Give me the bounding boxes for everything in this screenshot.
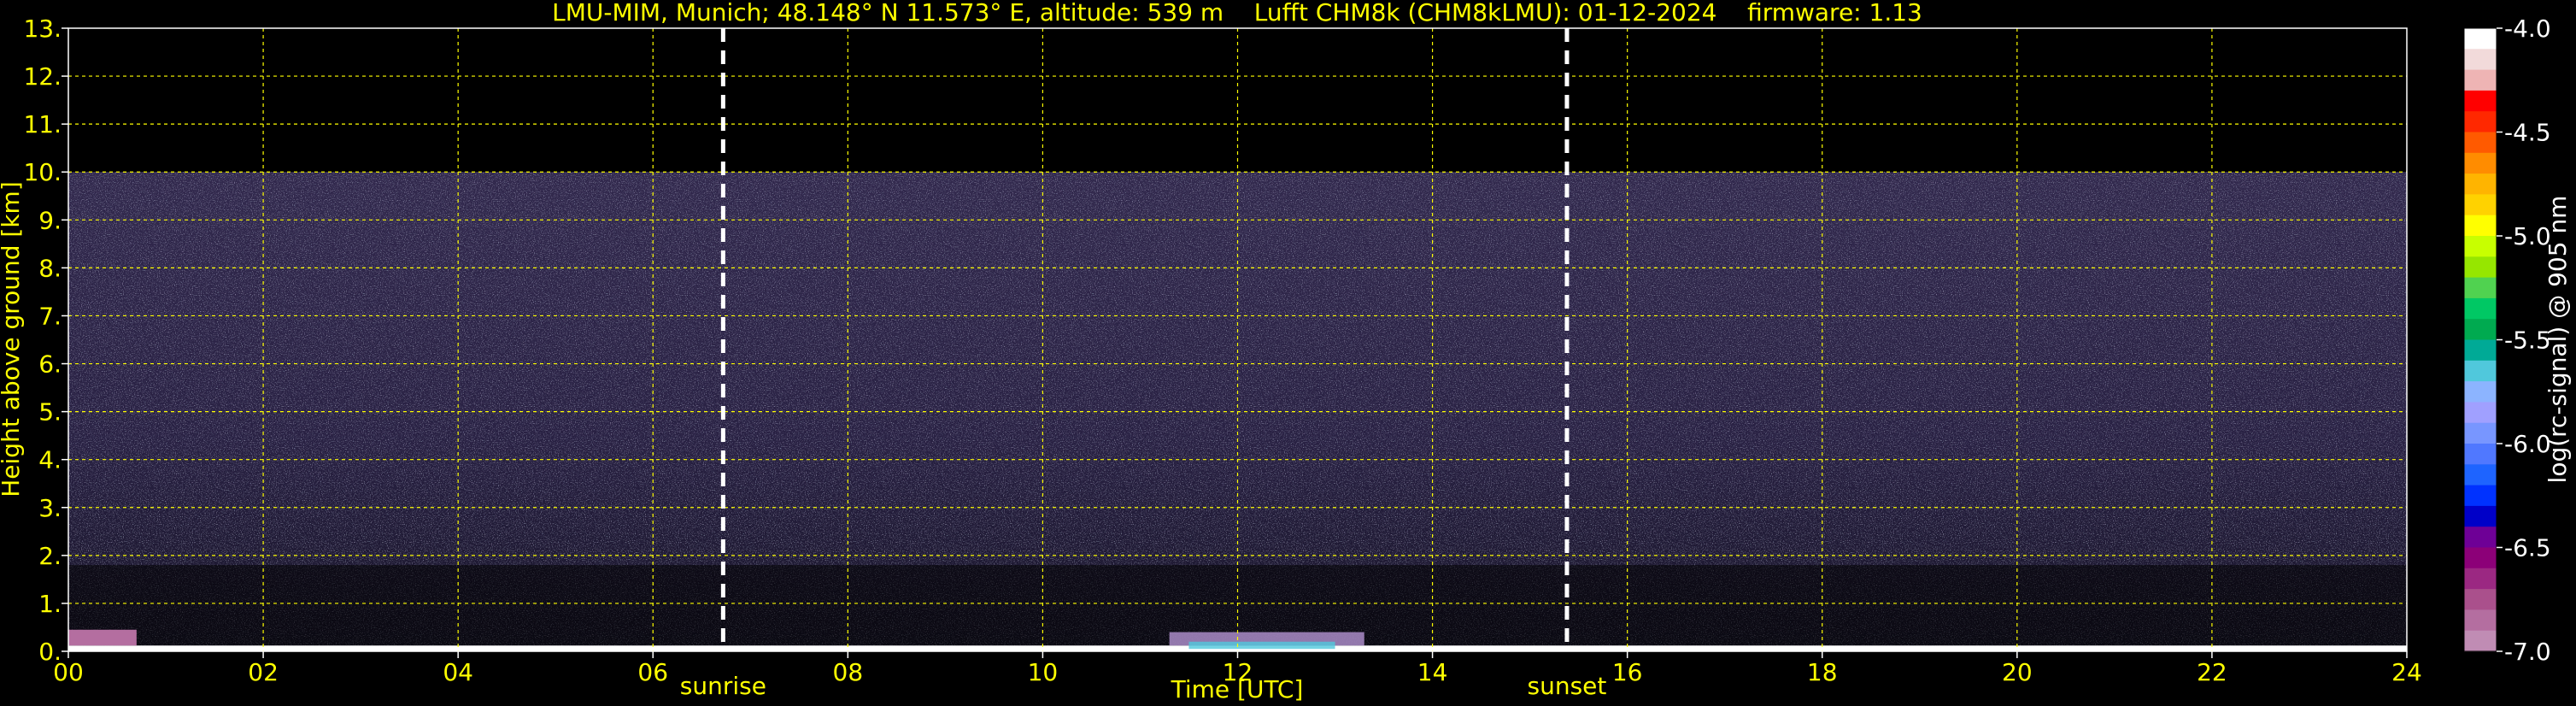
x-tick-label: 06 xyxy=(637,658,668,686)
y-tick-label: 9. xyxy=(38,206,62,234)
colorbar-tick-label: -4.5 xyxy=(2504,119,2551,147)
y-tick-label: 12. xyxy=(23,62,62,91)
colorbar-segment xyxy=(2464,49,2497,71)
colorbar-segment xyxy=(2464,339,2497,362)
x-tick-label: 04 xyxy=(443,658,473,686)
y-tick-label: 13. xyxy=(23,15,62,43)
x-axis-label: Time [UTC] xyxy=(1171,675,1304,703)
colorbar-segment xyxy=(2464,236,2497,257)
y-axis-label: Height above ground [km] xyxy=(0,181,25,497)
sunrise-label: sunrise xyxy=(680,672,766,700)
colorbar-segment xyxy=(2464,256,2497,279)
colorbar-segment xyxy=(2464,297,2497,320)
colorbar-segment xyxy=(2464,505,2497,527)
colorbar-segment xyxy=(2464,194,2497,216)
colorbar-segment xyxy=(2464,609,2497,632)
y-tick-label: 0. xyxy=(38,638,62,666)
colorbar-segment xyxy=(2464,174,2497,195)
x-tick-label: 08 xyxy=(833,658,864,686)
colorbar-label: log(rc-signal) @ 905 nm xyxy=(2544,196,2572,484)
y-tick-label: 5. xyxy=(38,398,62,427)
chart-title: LMU-MIM, Munich; 48.148° N 11.573° E, al… xyxy=(552,0,1922,26)
colorbar-segment xyxy=(2464,360,2497,382)
colorbar-segment xyxy=(2464,485,2497,507)
colorbar: -4.0-4.5-5.0-5.5-6.0-6.5-7.0 xyxy=(2463,15,2551,666)
colorbar-segment xyxy=(2464,69,2497,91)
colorbar-segment xyxy=(2464,90,2497,112)
x-tick-label: 24 xyxy=(2391,658,2422,686)
x-tick-label: 02 xyxy=(248,658,279,686)
colorbar-segment xyxy=(2464,132,2497,154)
x-tick-label: 16 xyxy=(1612,658,1643,686)
y-tick-label: 3. xyxy=(38,494,62,522)
colorbar-segment xyxy=(2464,547,2497,569)
colorbar-segment xyxy=(2464,464,2497,486)
colorbar-segment xyxy=(2464,402,2497,424)
colorbar-segment xyxy=(2464,381,2497,403)
y-tick-label: 11. xyxy=(23,110,62,138)
colorbar-segment xyxy=(2464,152,2497,174)
colorbar-segment xyxy=(2464,527,2497,549)
colorbar-segment xyxy=(2464,111,2497,133)
colorbar-segment xyxy=(2464,589,2497,610)
x-tick-label: 22 xyxy=(2197,658,2227,686)
y-tick-label: 1. xyxy=(38,590,62,618)
boundary-layer-night xyxy=(68,629,137,646)
colorbar-tick-label: -6.5 xyxy=(2504,534,2551,562)
colorbar-segment xyxy=(2464,422,2497,444)
colorbar-segment xyxy=(2464,215,2497,237)
sunset-label: sunset xyxy=(1528,672,1607,700)
colorbar-tick-label: -7.0 xyxy=(2504,638,2551,666)
colorbar-segment xyxy=(2464,444,2497,465)
y-tick-label: 2. xyxy=(38,542,62,570)
x-tick-label: 20 xyxy=(2002,658,2033,686)
boundary-layer-core xyxy=(1188,641,1335,650)
y-tick-label: 7. xyxy=(38,302,62,330)
y-tick-label: 6. xyxy=(38,350,62,379)
colorbar-segment xyxy=(2464,277,2497,299)
y-tick-label: 10. xyxy=(23,158,62,186)
colorbar-segment xyxy=(2464,568,2497,590)
x-tick-label: 14 xyxy=(1417,658,1448,686)
y-tick-label: 8. xyxy=(38,254,62,282)
x-tick-label: 10 xyxy=(1028,658,1059,686)
colorbar-segment xyxy=(2464,630,2497,652)
colorbar-tick-label: -4.0 xyxy=(2504,15,2551,43)
colorbar-segment xyxy=(2464,28,2497,50)
x-tick-label: 18 xyxy=(1807,658,1838,686)
colorbar-segment xyxy=(2464,319,2497,341)
ceilometer-chart: 00 02 04 06 08 10 12 14 16 18 20 22 240.1.2.3.4.5.6.… xyxy=(0,0,2572,703)
y-tick-label: 4. xyxy=(38,446,62,474)
